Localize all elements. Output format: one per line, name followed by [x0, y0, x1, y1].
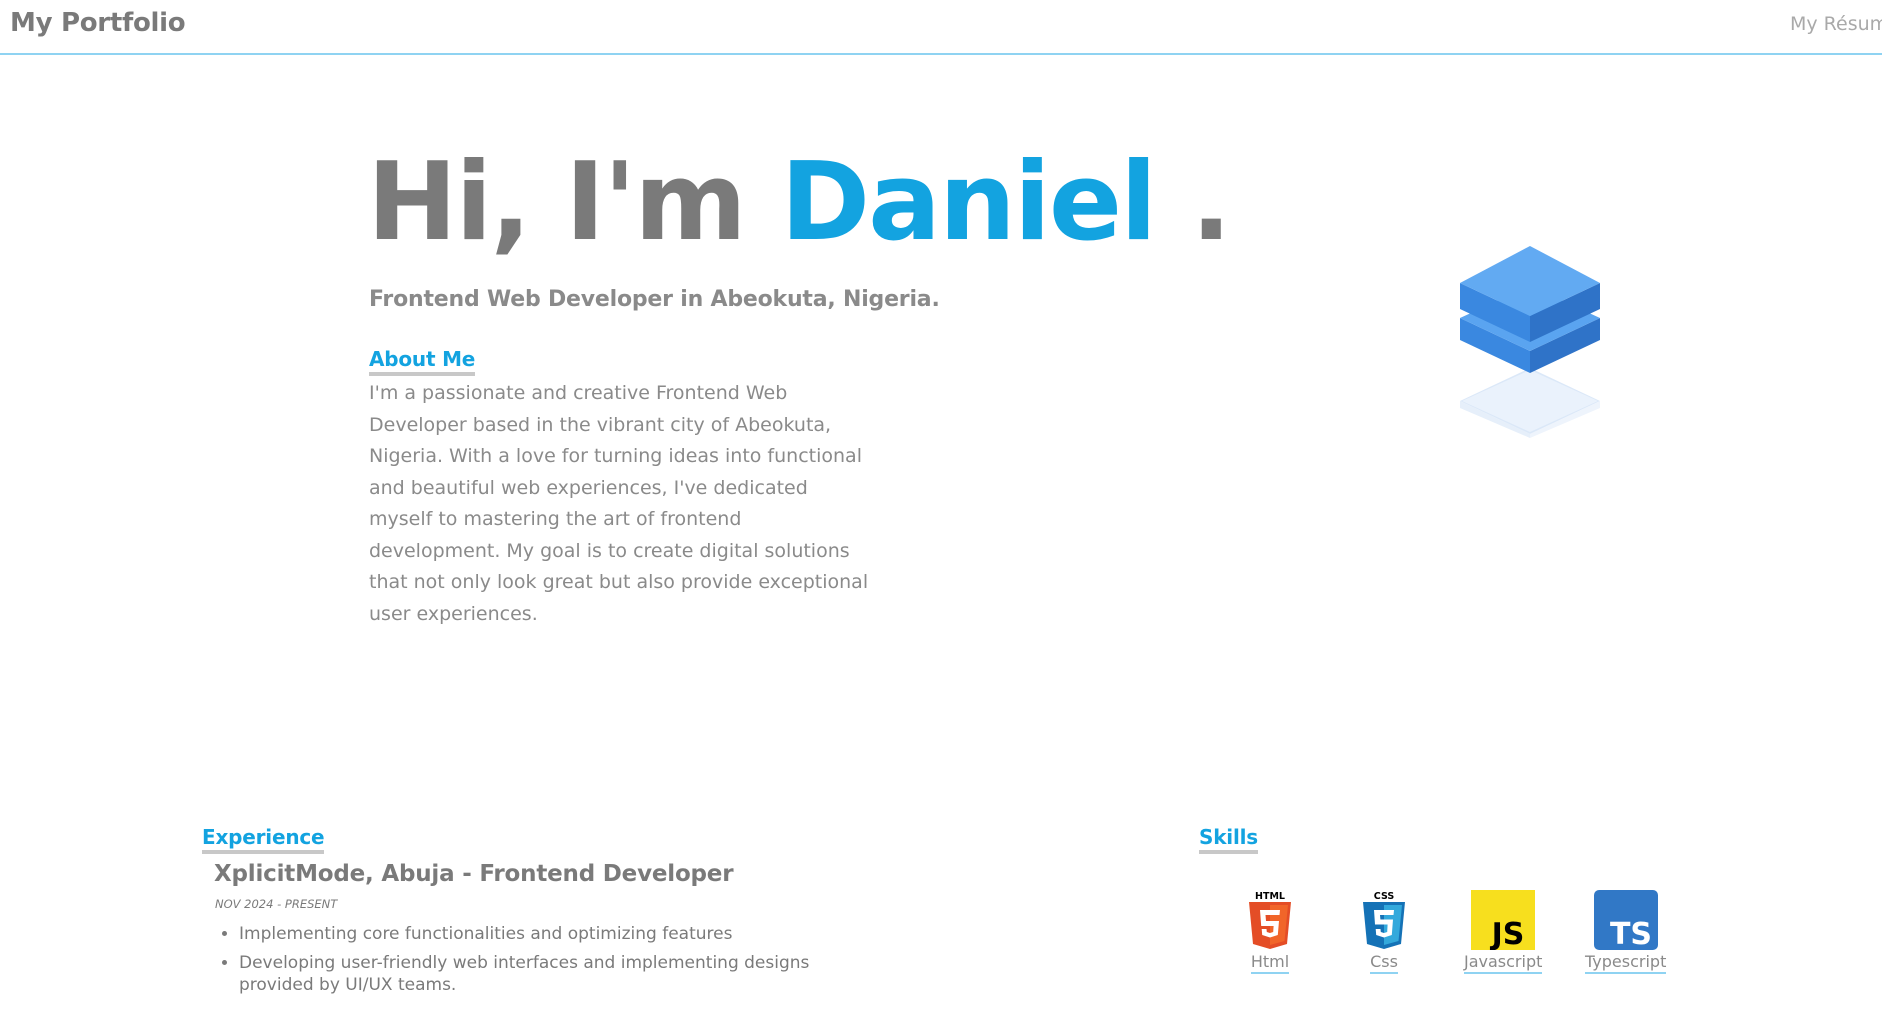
job-date: NOV 2024 - PRESENT [215, 897, 338, 911]
about-text: I'm a passionate and creative Frontend W… [369, 382, 869, 625]
skill-javascript[interactable]: JS Javascript [1464, 890, 1543, 974]
skill-label: Css [1370, 952, 1398, 974]
top-navbar: My Portfolio My Résumé [0, 0, 1882, 55]
typescript-icon: TS [1593, 890, 1658, 950]
svg-text:TS: TS [1610, 917, 1652, 950]
hero-greeting: Hi, I'm [367, 140, 747, 265]
job-duties-list: Implementing core functionalities and op… [215, 923, 859, 1003]
skill-label: Typescript [1585, 952, 1667, 974]
svg-text:CSS: CSS [1374, 891, 1395, 902]
about-me-link[interactable]: About Me [369, 347, 475, 376]
skill-label: Javascript [1464, 952, 1543, 974]
brand-logo[interactable]: My Portfolio [10, 8, 186, 38]
job-title: XplicitMode, Abuja - Frontend Developer [214, 861, 734, 887]
javascript-icon: JS [1471, 890, 1536, 950]
svg-text:HTML: HTML [1255, 891, 1285, 902]
skill-html[interactable]: HTML Html [1246, 890, 1294, 974]
experience-link[interactable]: Experience [202, 825, 325, 854]
list-item: Implementing core functionalities and op… [239, 923, 859, 945]
list-item: Developing user-friendly web interfaces … [239, 952, 859, 996]
hero-name: Daniel [780, 140, 1157, 265]
skills-link[interactable]: Skills [1199, 825, 1258, 854]
skill-css[interactable]: CSS Css [1360, 890, 1408, 974]
hero-dot: . [1190, 140, 1232, 265]
skill-typescript[interactable]: TS Typescript [1585, 890, 1667, 974]
skill-label: Html [1250, 952, 1290, 974]
css3-icon: CSS [1363, 891, 1405, 949]
resume-link[interactable]: My Résumé [1790, 13, 1882, 35]
stacked-cube-illustration [1460, 246, 1600, 438]
hero-subtitle: Frontend Web Developer in Abeokuta, Nige… [369, 287, 940, 312]
html5-icon: HTML [1249, 891, 1291, 949]
svg-text:JS: JS [1490, 917, 1525, 950]
hero-heading: Hi, I'm Daniel . [367, 138, 1232, 268]
